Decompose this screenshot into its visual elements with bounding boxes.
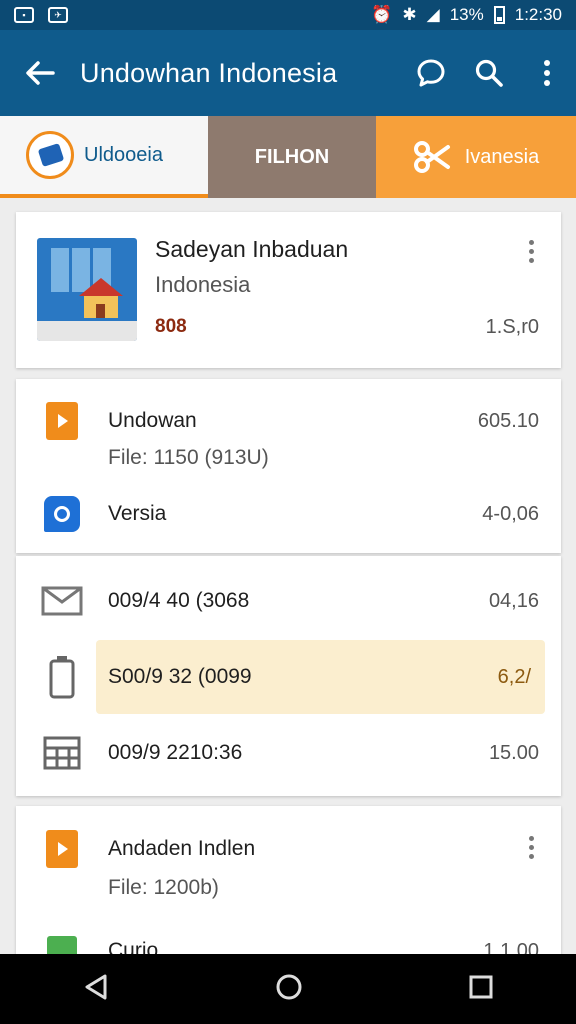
page-title: Undowhan Indonesia bbox=[80, 57, 338, 88]
featured-card[interactable]: Sadeyan Inbaduan Indonesia 808 1.S,r0 bbox=[16, 212, 561, 368]
clock: 1:2:30 bbox=[514, 5, 562, 24]
app-notification-icon: ✈ bbox=[48, 7, 68, 23]
nav-back-button[interactable] bbox=[83, 973, 109, 1006]
list-item-value: 04,16 bbox=[488, 589, 539, 612]
featured-badge: 808 bbox=[155, 316, 187, 337]
nav-home-button[interactable] bbox=[275, 973, 303, 1006]
group-title: Undowan bbox=[108, 409, 197, 432]
folder-play-icon bbox=[46, 402, 78, 440]
scissors-icon bbox=[413, 141, 450, 173]
featured-value: 1.S,r0 bbox=[485, 316, 539, 338]
tab-label: FILHON bbox=[254, 145, 330, 168]
phone-icon bbox=[49, 656, 75, 699]
group-card-records: 009/4 40 (3068 04,16 S00/9 32 (0099 6,2/… bbox=[16, 556, 561, 796]
tab-uldooeia[interactable]: Uldooeia bbox=[0, 116, 208, 198]
back-button[interactable] bbox=[0, 60, 80, 86]
list-item-highlighted[interactable]: S00/9 32 (0099 6,2/ bbox=[16, 640, 561, 714]
list-item-value: 4-0,06 bbox=[482, 502, 539, 525]
house-icon bbox=[79, 278, 123, 320]
arrow-left-icon bbox=[26, 61, 55, 85]
group-subtitle: File: 1150 (913U) bbox=[108, 446, 269, 469]
tab-label: Uldooeia bbox=[84, 143, 163, 166]
card-menu-button[interactable] bbox=[521, 240, 541, 263]
tab-filhon[interactable]: FILHON bbox=[208, 116, 376, 198]
search-icon bbox=[475, 59, 503, 87]
list-item-label: S00/9 32 (0099 bbox=[108, 665, 252, 688]
tab-strip: Uldooeia FILHON Ivanesia bbox=[0, 116, 576, 198]
card-menu-button[interactable] bbox=[521, 836, 541, 859]
list-item-label: 009/9 2210:36 bbox=[108, 741, 243, 764]
status-bar: ▪ ✈ ⏰ ✱ ◢ 13% 1:2:30 bbox=[0, 0, 576, 30]
app-logo-icon bbox=[26, 131, 74, 179]
system-nav-bar bbox=[0, 954, 576, 1024]
featured-title: Sadeyan Inbaduan bbox=[155, 236, 349, 262]
search-button[interactable] bbox=[460, 58, 518, 88]
tab-ivanesia[interactable]: Ivanesia bbox=[376, 116, 576, 198]
group-header[interactable]: Andaden Indlen bbox=[16, 828, 561, 870]
folder-play-icon bbox=[46, 830, 78, 868]
featured-subtitle: Indonesia bbox=[155, 272, 251, 297]
featured-thumbnail bbox=[37, 238, 137, 341]
list-item-label: Versia bbox=[108, 502, 167, 525]
photo-notification-icon: ▪ bbox=[14, 7, 34, 23]
chat-bubble-icon bbox=[417, 59, 445, 87]
square-recents-icon bbox=[469, 975, 493, 998]
battery-percent: 13% bbox=[449, 5, 484, 24]
chat-button[interactable] bbox=[402, 58, 460, 88]
list-item[interactable]: 009/4 40 (3068 04,16 bbox=[16, 576, 561, 626]
group-card-andaden: Andaden Indlen File: 1200b) Curio 1.1.00 bbox=[16, 806, 561, 966]
circle-home-icon bbox=[276, 974, 302, 999]
group-subtitle: File: 1200b) bbox=[108, 876, 219, 899]
more-vertical-icon bbox=[544, 60, 550, 86]
signal-icon: ◢ bbox=[426, 5, 440, 24]
group-card-undowan: Undowan 605.10 File: 1150 (913U) Versia … bbox=[16, 379, 561, 553]
battery-icon bbox=[493, 6, 505, 24]
list-item-versia[interactable]: Versia 4-0,06 bbox=[16, 493, 561, 535]
group-title-value: 605.10 bbox=[477, 409, 539, 432]
list-item-label: 009/4 40 (3068 bbox=[108, 589, 250, 612]
alarm-icon: ⏰ bbox=[371, 5, 393, 24]
tab-label: Ivanesia bbox=[464, 145, 540, 168]
table-icon bbox=[43, 736, 81, 770]
bluetooth-icon: ✱ bbox=[402, 5, 417, 24]
app-bar: Undowhan Indonesia bbox=[0, 30, 576, 116]
nav-recents-button[interactable] bbox=[469, 975, 493, 1004]
group-title: Andaden Indlen bbox=[108, 837, 256, 860]
group-header[interactable]: Undowan 605.10 bbox=[16, 401, 561, 441]
mail-icon bbox=[41, 586, 83, 616]
list-item-value: 15.00 bbox=[488, 741, 539, 764]
list-item-value: 6,2/ bbox=[497, 665, 531, 688]
overflow-menu-button[interactable] bbox=[518, 59, 576, 87]
triangle-back-icon bbox=[85, 974, 107, 999]
folder-blue-icon bbox=[44, 496, 80, 532]
list-item[interactable]: 009/9 2210:36 15.00 bbox=[16, 728, 561, 778]
